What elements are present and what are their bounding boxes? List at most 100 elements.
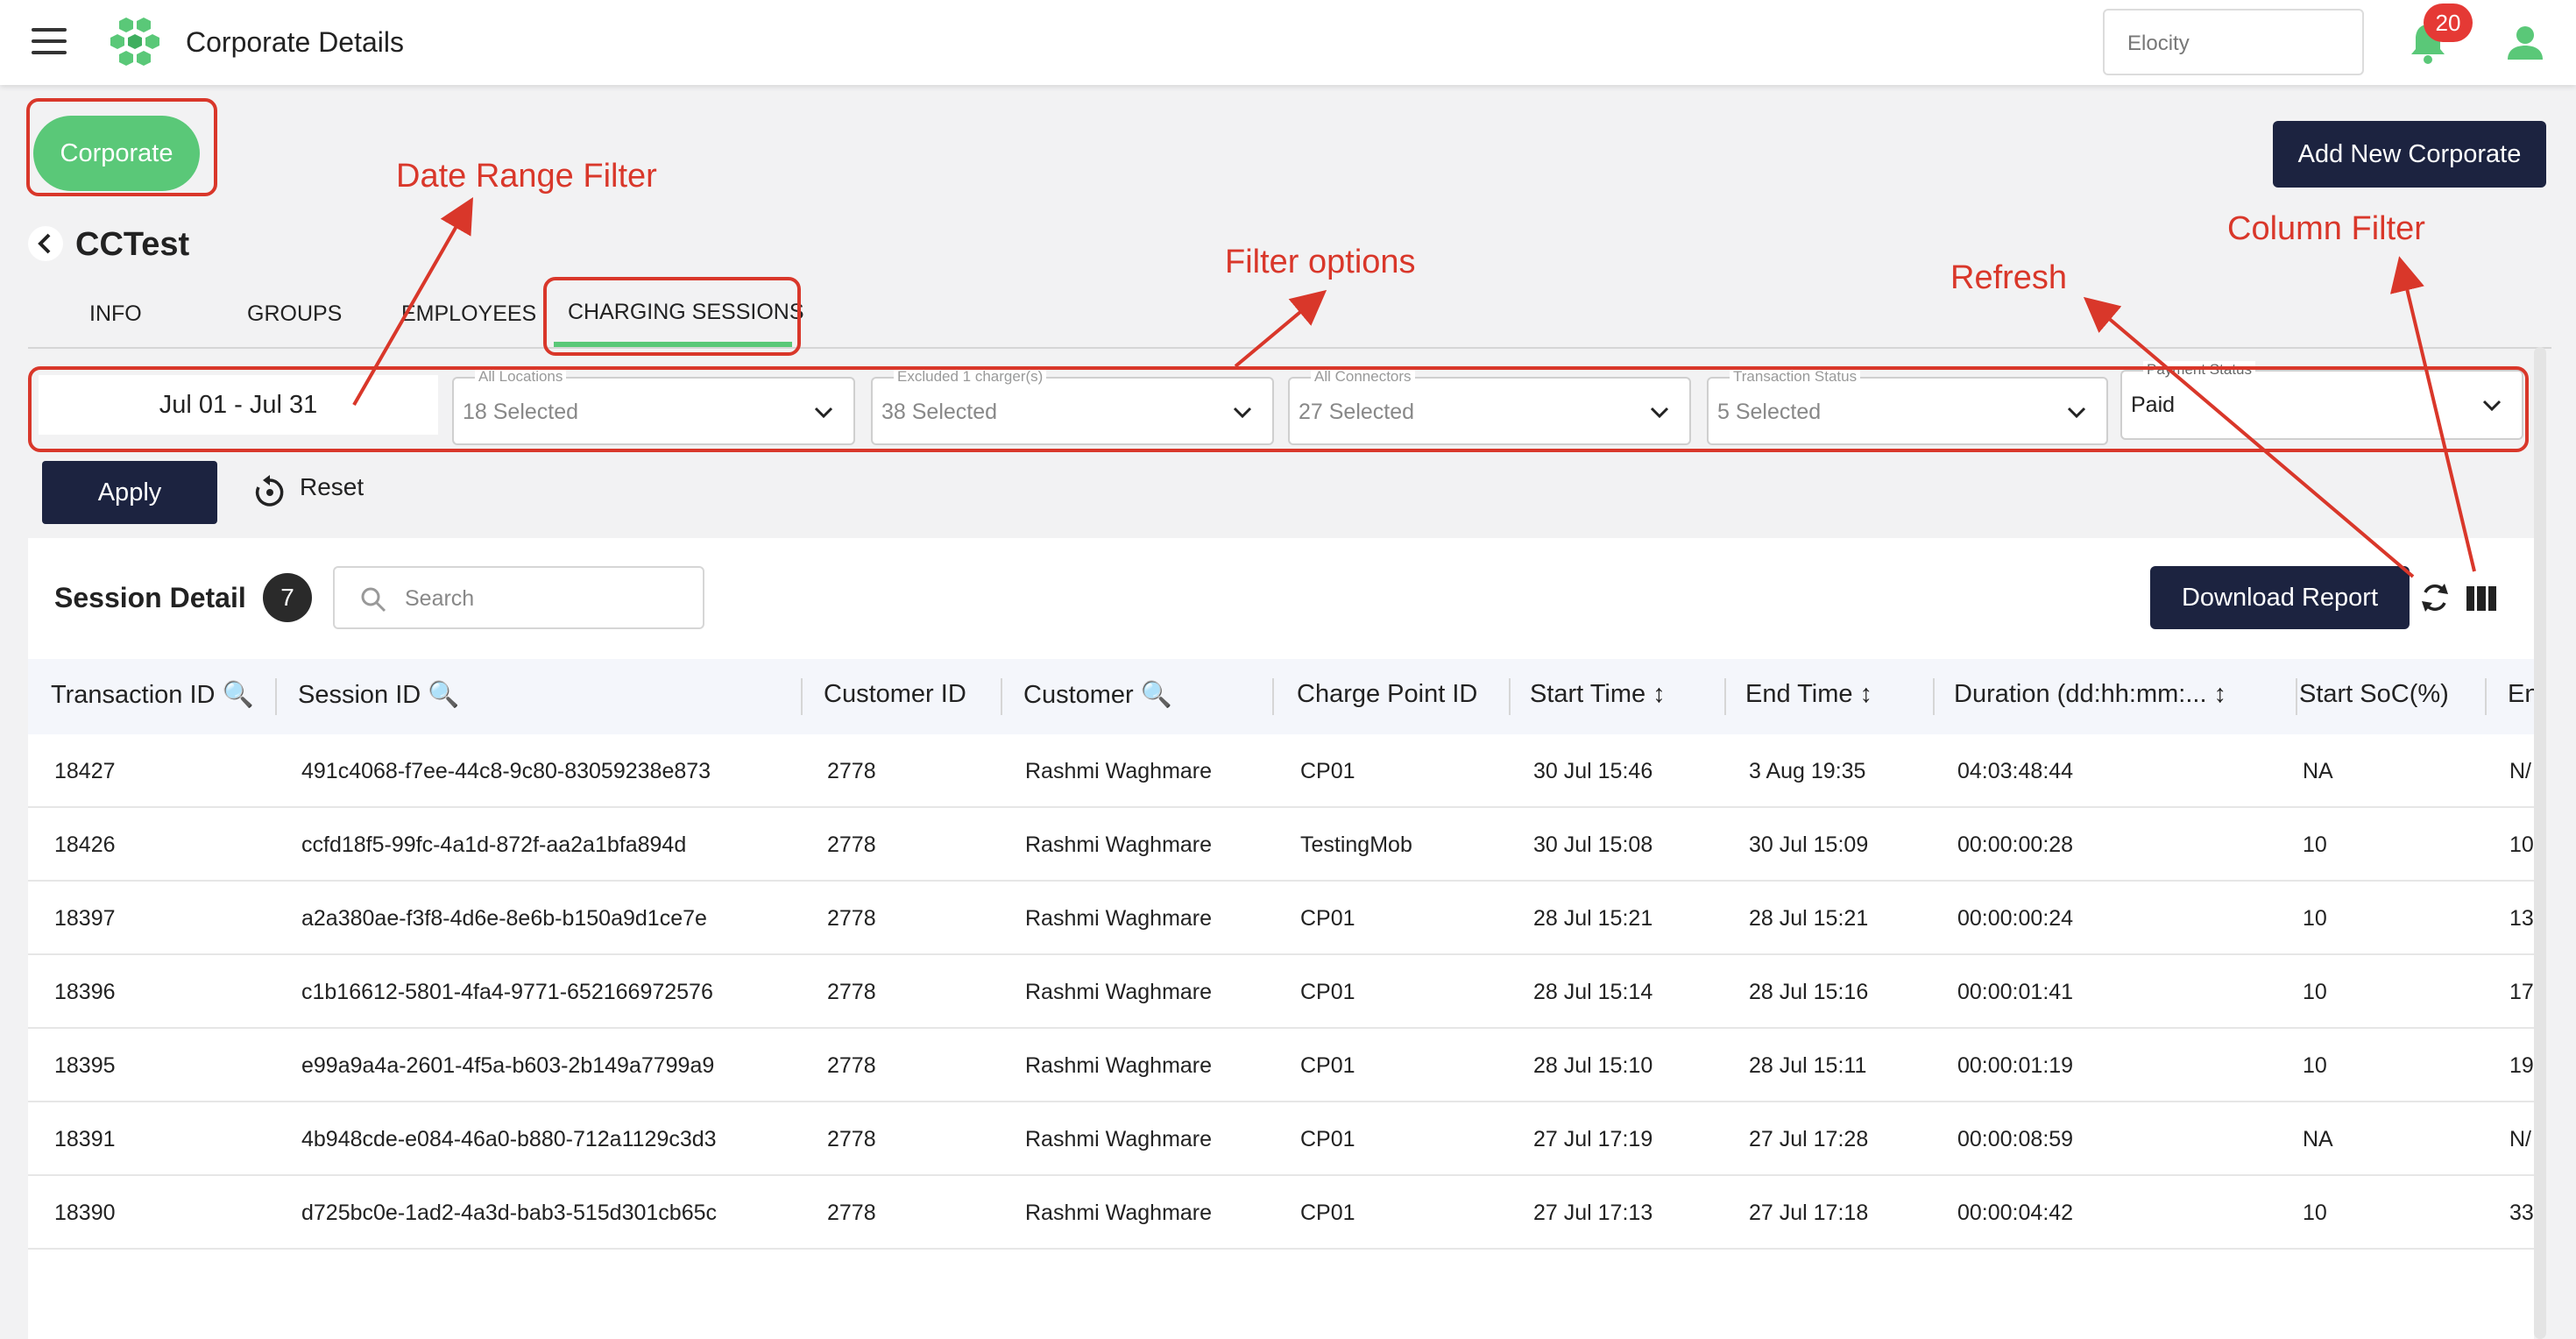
table-row[interactable]: 18396 c1b16612-5801-4fa4-9771-65216697257… [28, 955, 2534, 1029]
table-cell: CP01 [1300, 1127, 1355, 1151]
table-cell: 10 [2303, 1201, 2327, 1225]
table-cell: 30 Jul 15:46 [1533, 759, 1653, 783]
table-row[interactable]: 18395 e99a9a4a-2601-4f5a-b603-2b149a7799a… [28, 1029, 2534, 1102]
back-arrow-icon[interactable] [28, 226, 63, 261]
table-cell: NA [2303, 1127, 2333, 1151]
table-row[interactable]: 18391 4b948cde-e084-46a0-b880-712a1129c3d… [28, 1102, 2534, 1176]
table-cell: 3 Aug 19:35 [1749, 759, 1866, 783]
table-cell: 18396 [54, 980, 116, 1004]
table-cell: CP01 [1300, 980, 1355, 1004]
table-cell: 2778 [827, 980, 876, 1004]
table-row[interactable]: 18390 d725bc0e-1ad2-4a3d-bab3-515d301cb65… [28, 1176, 2534, 1250]
tab-groups[interactable]: GROUPS [247, 301, 342, 327]
table-cell: 27 Jul 17:19 [1533, 1127, 1653, 1151]
column-header-start-time[interactable]: Start Time ↕ [1530, 680, 1666, 709]
user-icon[interactable] [2506, 25, 2544, 61]
page-title: CCTest [75, 226, 190, 263]
logo-icon [110, 18, 159, 66]
annotation-box-filters [28, 366, 2529, 452]
scrollbar[interactable] [2534, 347, 2546, 1339]
search-icon[interactable]: 🔍 [428, 681, 459, 709]
table-cell: Rashmi Waghmare [1025, 1053, 1213, 1078]
table-cell: CP01 [1300, 1201, 1355, 1225]
tabs-divider [28, 347, 2551, 349]
table-cell: Rashmi Waghmare [1025, 1201, 1213, 1225]
table-cell: 18427 [54, 759, 116, 783]
column-header-start-soc[interactable]: Start SoC(%) [2299, 680, 2449, 709]
search-input[interactable] [405, 584, 685, 613]
table-cell: 27 Jul 17:18 [1749, 1201, 1869, 1225]
annotation-box-corporate [26, 98, 217, 196]
table-cell: Rashmi Waghmare [1025, 759, 1213, 783]
annotation-filter-options: Filter options [1225, 244, 1416, 280]
table-cell: 10 [2303, 906, 2327, 931]
column-separator [2296, 678, 2297, 715]
table-cell: Rashmi Waghmare [1025, 906, 1213, 931]
menu-icon[interactable] [32, 28, 67, 56]
table-cell: a2a380ae-f3f8-4d6e-8e6b-b150a9d1ce7e [301, 906, 707, 931]
table-cell: e99a9a4a-2601-4f5a-b603-2b149a7799a9 [301, 1053, 715, 1078]
table-cell: 2778 [827, 832, 876, 857]
table-cell: 28 Jul 15:10 [1533, 1053, 1653, 1078]
table-cell: d725bc0e-1ad2-4a3d-bab3-515d301cb65c [301, 1201, 718, 1225]
table-cell: 10 [2303, 980, 2327, 1004]
column-separator [1724, 678, 1726, 715]
download-report-button[interactable]: Download Report [2150, 566, 2410, 629]
tab-employees[interactable]: EMPLOYEES [401, 301, 536, 327]
tenant-selector[interactable]: Elocity [2103, 9, 2364, 75]
table-cell: 2778 [827, 1201, 876, 1225]
reset-button[interactable]: Reset [300, 473, 364, 501]
sort-icon[interactable]: ↕ [1652, 680, 1666, 708]
column-header-end-time[interactable]: End Time ↕ [1745, 680, 1872, 709]
refresh-icon[interactable] [2418, 580, 2452, 615]
table-cell: 491c4068-f7ee-44c8-9c80-83059238e873 [301, 759, 711, 783]
app-bar: Corporate Details Elocity 20 [0, 0, 2576, 85]
column-header-transaction-id[interactable]: Transaction ID 🔍 [51, 680, 254, 710]
annotation-box-tab [543, 277, 801, 356]
table-cell: 2778 [827, 759, 876, 783]
column-separator [1272, 678, 1274, 715]
table-cell: 10 [2303, 832, 2327, 857]
annotation-refresh: Refresh [1950, 259, 2068, 296]
apply-button[interactable]: Apply [42, 461, 217, 524]
table-cell: 00:00:01:41 [1957, 980, 2074, 1004]
table-cell: 2778 [827, 1127, 876, 1151]
column-separator [1001, 678, 1002, 715]
search-icon[interactable]: 🔍 [223, 681, 254, 709]
table-cell: Rashmi Waghmare [1025, 832, 1213, 857]
table-cell: 13 [2509, 906, 2534, 931]
table-cell: 4b948cde-e084-46a0-b880-712a1129c3d3 [301, 1127, 717, 1151]
column-header-duration[interactable]: Duration (dd:hh:mm:... ↕ [1954, 680, 2226, 709]
search-box[interactable] [333, 566, 704, 629]
table-cell: 27 Jul 17:28 [1749, 1127, 1869, 1151]
table-cell: 10 [2509, 832, 2534, 857]
column-header-customer-id[interactable]: Customer ID [824, 680, 966, 709]
table-cell: 28 Jul 15:11 [1749, 1053, 1867, 1078]
annotation-date-range: Date Range Filter [396, 158, 657, 195]
table-cell: 28 Jul 15:14 [1533, 980, 1653, 1004]
column-header-charge-point-id[interactable]: Charge Point ID [1297, 680, 1477, 709]
reset-icon[interactable] [252, 475, 287, 510]
table-row[interactable]: 18397 a2a380ae-f3f8-4d6e-8e6b-b150a9d1ce7… [28, 882, 2534, 955]
column-header-session-id[interactable]: Session ID 🔍 [298, 680, 459, 710]
table-cell: 17 [2509, 980, 2534, 1004]
table-cell: c1b16612-5801-4fa4-9771-652166972576 [301, 980, 713, 1004]
notification-badge: 20 [2424, 4, 2473, 42]
column-header-customer[interactable]: Customer 🔍 [1023, 680, 1172, 710]
sort-icon[interactable]: ↕ [2214, 680, 2227, 708]
table-row[interactable]: 18426 ccfd18f5-99fc-4a1d-872f-aa2a1bfa894… [28, 808, 2534, 882]
search-icon [361, 587, 386, 613]
add-new-corporate-button[interactable]: Add New Corporate [2273, 121, 2546, 188]
table-row[interactable]: 18427 491c4068-f7ee-44c8-9c80-83059238e87… [28, 734, 2534, 808]
table-cell: ccfd18f5-99fc-4a1d-872f-aa2a1bfa894d [301, 832, 687, 857]
column-filter-icon[interactable] [2466, 585, 2497, 612]
sort-icon[interactable]: ↕ [1860, 680, 1873, 708]
table-cell: 18395 [54, 1053, 116, 1078]
table-cell: CP01 [1300, 759, 1355, 783]
table-cell: N/ [2509, 1127, 2531, 1151]
table-cell: NA [2303, 759, 2333, 783]
table-cell: 30 Jul 15:09 [1749, 832, 1869, 857]
search-icon[interactable]: 🔍 [1141, 681, 1172, 709]
tab-info[interactable]: INFO [89, 301, 142, 327]
table-cell: CP01 [1300, 1053, 1355, 1078]
